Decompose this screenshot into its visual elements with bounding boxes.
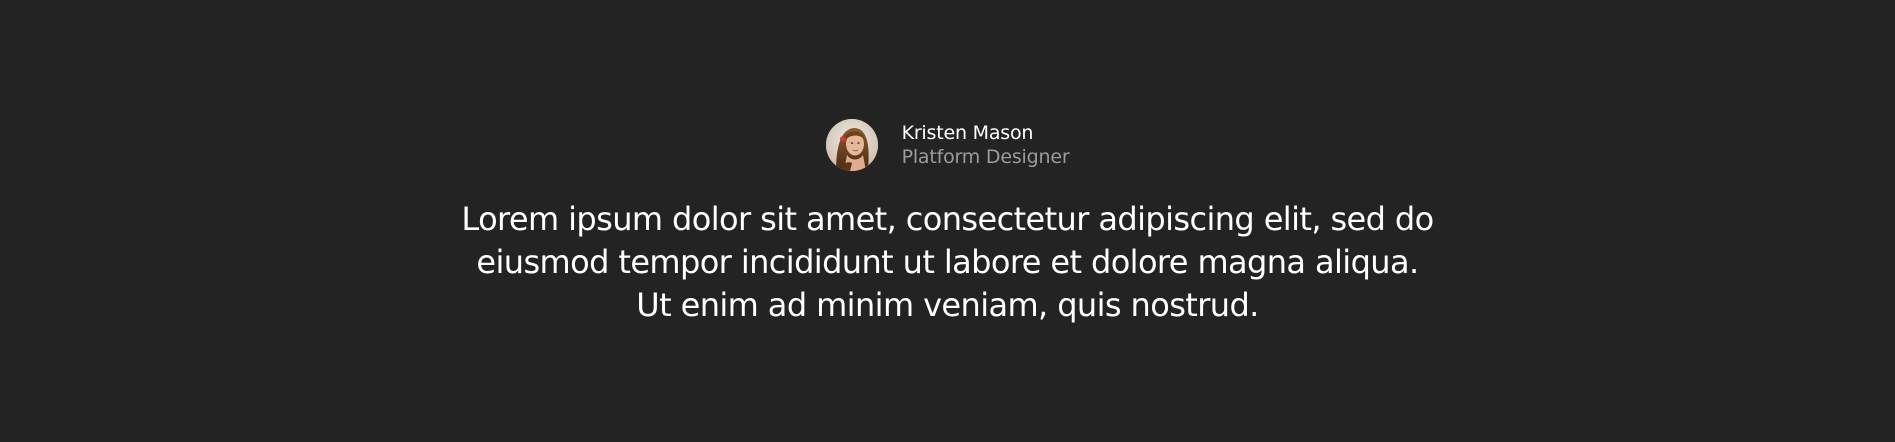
page: Kristen Mason Platform Designer Lorem ip… xyxy=(0,0,1895,442)
author-role: Platform Designer xyxy=(901,146,1070,168)
author-block: Kristen Mason Platform Designer xyxy=(825,118,1070,172)
author-meta: Kristen Mason Platform Designer xyxy=(902,121,1070,169)
quote-line-1: Lorem ipsum dolor sit amet, consectetur … xyxy=(461,200,1434,238)
avatar xyxy=(825,119,878,171)
testimonial-quote: Lorem ipsum dolor sit amet, consectetur … xyxy=(428,198,1468,327)
quote-line-3: Ut enim ad minim veniam, quis nostrud. xyxy=(636,286,1259,324)
quote-line-2: eiusmod tempor incididunt ut labore et d… xyxy=(476,243,1419,281)
avatar-photo-icon xyxy=(825,119,878,171)
testimonial: Kristen Mason Platform Designer Lorem ip… xyxy=(0,118,1895,327)
author-name: Kristen Mason xyxy=(901,122,1034,144)
